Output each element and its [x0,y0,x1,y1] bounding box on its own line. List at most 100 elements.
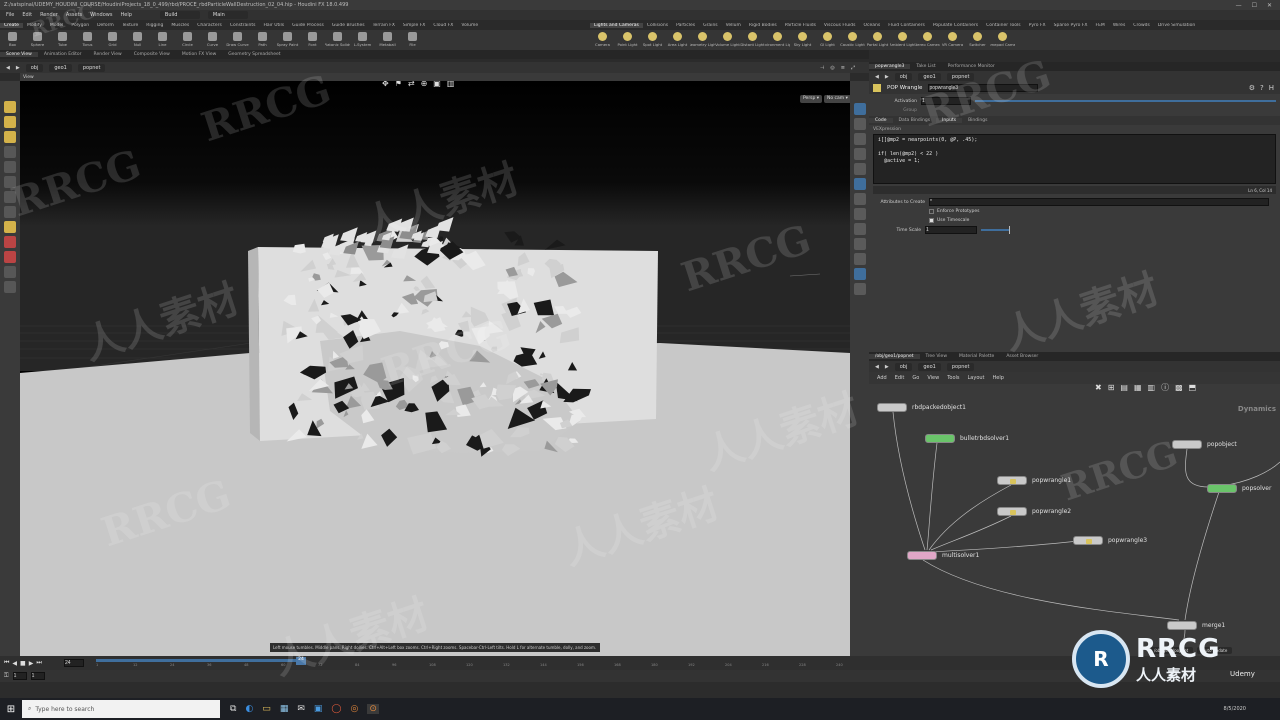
render-tool-icon[interactable] [4,206,16,218]
menu-assets[interactable]: Assets [66,12,82,18]
param-tab-popwrangle3[interactable]: popwrangle3 [869,64,911,69]
shading-icon[interactable]: ⚑ [395,81,402,88]
param-path-obj[interactable]: obj [894,72,913,81]
houdini-icon[interactable]: ◎ [350,704,358,714]
shelf-tool-platonic-solids[interactable]: Platonic Solids [325,30,350,50]
shelf-tool-distant-light[interactable]: Distant Light [740,30,765,50]
shelf-tool-line[interactable]: Line [150,30,175,50]
handle-tool-icon[interactable] [4,161,16,173]
shelf-tool-environment-light[interactable]: Environment Light [765,30,790,50]
maximize-button[interactable]: ☐ [1252,2,1257,9]
shelf-tab-populate-containers[interactable]: Populate Containers [929,23,982,28]
step-back-icon[interactable]: ◀ [12,660,17,667]
current-frame-field[interactable] [64,659,84,667]
shelf-tool-switcher[interactable]: Switcher [965,30,990,50]
shelf-tab-terrain-fx[interactable]: Terrain FX [369,23,399,28]
shelf-tool-null[interactable]: Null [125,30,150,50]
shelf-tab-simple-fx[interactable]: Simple FX [399,23,429,28]
shelf-tool-portal-light[interactable]: Portal Light [865,30,890,50]
taskbar-search[interactable]: ⌕ Type here to search [22,700,220,718]
node-body[interactable] [1073,536,1103,545]
ghost-icon[interactable] [853,118,866,130]
shelf-tool-torus[interactable]: Torus [75,30,100,50]
houdini-active-icon[interactable]: ⊙ [367,704,379,714]
shelf-tool-sphere[interactable]: Sphere [25,30,50,50]
jump-end-icon[interactable]: ⏭ [36,659,41,667]
text-display-icon[interactable] [853,253,866,265]
shelf-tab-rigid-bodies[interactable]: Rigid Bodies [745,23,781,28]
expand-icon[interactable]: ⤢ [851,65,855,71]
play-icon[interactable]: ▶ [29,660,34,667]
keys-icon[interactable]: ⚿ [4,672,9,680]
grid-icon[interactable]: ▣ [433,81,441,88]
shelf-tab-polygon[interactable]: Polygon [67,23,93,28]
edge-icon[interactable]: ◐ [245,704,253,714]
menu-edit[interactable]: Edit [22,12,32,18]
path-obj[interactable]: obj [25,63,44,72]
close-button[interactable]: ✕ [1267,2,1272,9]
shelf-tool-stereo-camera[interactable]: Stereo Camera [915,30,940,50]
move-tool-icon[interactable] [4,116,16,128]
range-end-field[interactable] [30,672,45,680]
shelf-tab-volume[interactable]: Volume [457,23,482,28]
shelf-tool-spray-paint[interactable]: Spray Paint [275,30,300,50]
shelf-tab-guide-process[interactable]: Guide Process [288,23,328,28]
shelf-tool-vr-camera[interactable]: VR Camera [940,30,965,50]
link-icon[interactable]: ◎ [830,65,834,71]
viewer-tab-animation-editor[interactable]: Animation Editor [38,52,88,57]
context-selector[interactable]: Main [207,11,248,19]
shelf-tool-circle[interactable]: Circle [175,30,200,50]
vis-icon[interactable] [853,283,866,295]
viewer-tab-scene-view[interactable]: Scene View [0,52,38,57]
playhead[interactable]: 24 [296,657,306,665]
shelf-tab-oceans[interactable]: Oceans [860,23,885,28]
shelf-tool-gi-light[interactable]: GI Light [815,30,840,50]
normal-display-icon[interactable] [853,178,866,190]
shelf-tab-muscles[interactable]: Muscles [167,23,193,28]
timescale-field[interactable] [925,226,977,234]
opera-icon[interactable]: ◯ [331,704,341,714]
shelf-tool-grid[interactable]: Grid [100,30,125,50]
minimize-button[interactable]: — [1236,2,1242,9]
node-rbdpackedobject1[interactable]: rbdpackedobject1 [877,403,966,412]
param-subtab-inputs[interactable]: Inputs [936,118,963,123]
shelf-tool-path[interactable]: Path [250,30,275,50]
camera-tool-icon[interactable] [4,281,16,293]
stop-icon[interactable]: ■ [20,660,26,667]
shelf-tab-hair-utils[interactable]: Hair Utils [260,23,289,28]
desktop-selector[interactable]: Build [159,11,200,19]
viewer-tab-geometry-spreadsheet[interactable]: Geometry Spreadsheet [222,52,286,57]
shelf-tab-pyro-fx[interactable]: Pyro FX [1025,23,1050,28]
shelf-tab-characters[interactable]: Characters [193,23,226,28]
shelf-tool-tube[interactable]: Tube [50,30,75,50]
forward-arrow-icon[interactable]: ▶ [16,65,20,71]
node-body[interactable] [997,476,1027,485]
back-arrow-icon[interactable]: ◀ [875,74,879,80]
view-tool-icon[interactable] [4,191,16,203]
jump-start-icon[interactable]: ⏮ [4,659,9,667]
scene-viewport[interactable]: Persp ▾ No cam ▾ ✥ ⚑ ⇄ ⊕ ▣ ▥ Left mouse … [20,81,850,656]
shelf-tool-draw-curve[interactable]: Draw Curve [225,30,250,50]
timescale-slider[interactable] [981,229,1009,231]
explorer-icon[interactable]: ▭ [262,704,271,714]
param-subtab-data-bindings[interactable]: Data Bindings [893,118,937,123]
construct-plane-icon[interactable] [4,266,16,278]
point-display-icon[interactable] [853,163,866,175]
activation-field[interactable] [921,97,971,105]
node-popwrangle1[interactable]: popwrangle1 [997,476,1071,485]
shelf-tool-camera[interactable]: Camera [590,30,615,50]
shelf-tab-fem[interactable]: FEM [1092,23,1109,28]
shelf-tab-create[interactable]: Create [0,22,23,28]
lighting-icon[interactable] [853,133,866,145]
shelf-tab-modify[interactable]: Modify [23,23,46,28]
help-icon[interactable]: ? [1260,84,1264,92]
node-bulletrbdsolver1[interactable]: bulletrbdsolver1 [925,434,1009,443]
shelf-tab-grains[interactable]: Grains [699,23,722,28]
attributes-field[interactable] [929,198,1269,206]
menu-windows[interactable]: Windows [90,12,112,18]
shelf-tab-cloud-fx[interactable]: Cloud FX [429,23,457,28]
shelf-tab-constraints[interactable]: Constraints [226,23,260,28]
scene-display-icon[interactable] [853,103,866,115]
shelf-tab-lights-and-cameras[interactable]: Lights and Cameras [590,22,643,28]
loop-icon[interactable]: ⇄ [408,81,415,88]
